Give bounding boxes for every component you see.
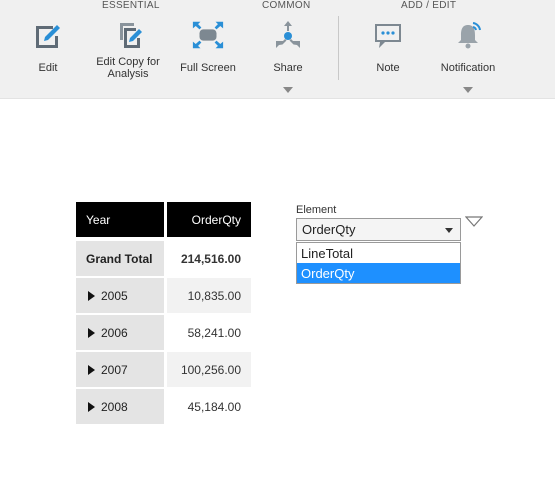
edit-copy-for-analysis-button[interactable]: Edit Copy for Analysis	[92, 14, 164, 80]
note-button[interactable]: Note	[368, 14, 408, 74]
expand-arrow-icon[interactable]	[88, 401, 95, 412]
toolbar: ESSENTIAL COMMON ADD / EDIT Edit Edit Co…	[0, 0, 555, 99]
grand-total-label: Grand Total	[76, 241, 164, 276]
element-select-value: OrderQty	[302, 222, 356, 237]
element-options-list: LineTotal OrderQty	[296, 242, 461, 284]
share-icon	[271, 18, 305, 52]
row-2006-value: 58,241.00	[167, 315, 251, 350]
row-label-text: 2005	[101, 288, 128, 303]
row-label-text: 2006	[101, 325, 128, 340]
toolbar-separator	[338, 16, 339, 80]
full-screen-icon	[191, 18, 225, 52]
edit-icon	[31, 18, 65, 52]
expand-arrow-icon[interactable]	[88, 364, 95, 375]
row-2005-value: 10,835.00	[167, 278, 251, 313]
full-screen-button[interactable]: Full Screen	[178, 14, 238, 74]
full-screen-label: Full Screen	[180, 62, 236, 74]
header-orderqty[interactable]: OrderQty	[167, 202, 251, 237]
group-label-add-edit: ADD / EDIT	[401, 0, 457, 11]
option-orderqty[interactable]: OrderQty	[297, 263, 460, 283]
edit-button[interactable]: Edit	[28, 14, 68, 74]
edit-copy-icon	[111, 18, 145, 52]
edit-label: Edit	[38, 62, 58, 74]
header-year[interactable]: Year	[76, 202, 164, 237]
expand-arrow-icon[interactable]	[88, 327, 95, 338]
group-label-common: COMMON	[262, 0, 311, 11]
notification-button[interactable]: Notification	[436, 14, 500, 74]
row-2005-label[interactable]: 2005	[76, 278, 164, 313]
grand-total-value: 214,516.00	[167, 241, 251, 276]
row-2008-value: 45,184.00	[167, 389, 251, 424]
notification-label: Notification	[440, 62, 496, 74]
edit-copy-label: Edit Copy for Analysis	[96, 56, 160, 80]
select-arrow-icon[interactable]	[445, 228, 453, 233]
row-2008-label[interactable]: 2008	[76, 389, 164, 424]
note-icon	[371, 18, 405, 52]
notification-dropdown-caret-icon[interactable]	[463, 87, 473, 93]
share-button[interactable]: Share	[268, 14, 308, 74]
expand-arrow-icon[interactable]	[88, 290, 95, 301]
share-label: Share	[273, 62, 303, 74]
row-label-text: 2007	[101, 362, 128, 377]
parameter-menu-icon[interactable]	[465, 216, 483, 228]
group-label-essential: ESSENTIAL	[102, 0, 160, 11]
option-linetotal[interactable]: LineTotal	[297, 243, 460, 263]
row-2007-label[interactable]: 2007	[76, 352, 164, 387]
note-label: Note	[376, 62, 400, 74]
share-dropdown-caret-icon[interactable]	[283, 87, 293, 93]
element-parameter-label: Element	[296, 204, 337, 216]
element-select[interactable]: OrderQty	[296, 218, 461, 241]
row-label-text: 2008	[101, 399, 128, 414]
row-2006-label[interactable]: 2006	[76, 315, 164, 350]
notification-bell-icon	[451, 18, 485, 52]
row-2007-value: 100,256.00	[167, 352, 251, 387]
